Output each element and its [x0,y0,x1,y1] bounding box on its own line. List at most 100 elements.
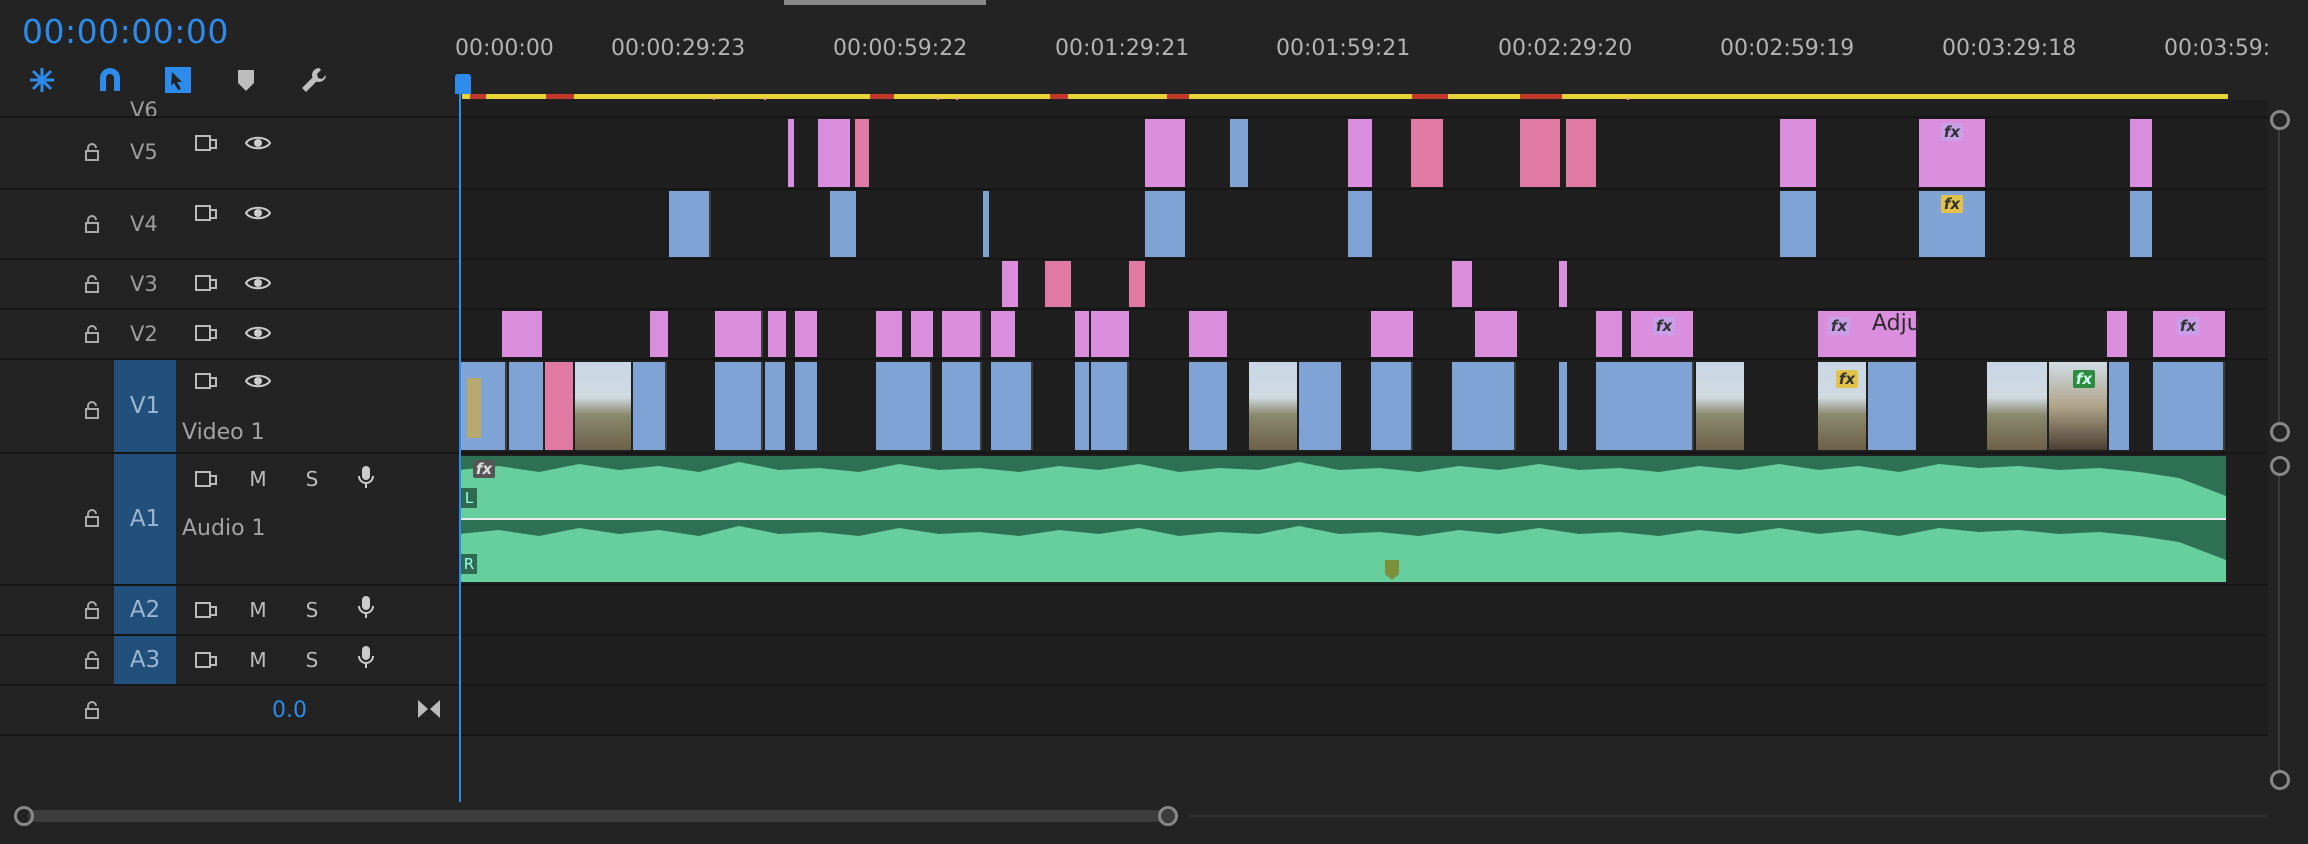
lock-track-icon[interactable] [82,324,102,344]
audio-scroll-handle-top[interactable] [2270,456,2290,476]
mute-track-button[interactable]: M [244,467,272,491]
track-v4: V4 fx [0,190,2268,260]
lock-track-icon[interactable] [82,400,102,420]
track-header-v4: V4 [0,190,456,258]
adjustment-layer-label: Adju [1872,311,1921,336]
fx-badge: fx [473,460,495,478]
ruler-label: 00:01:29:21 [1055,36,1190,61]
sequence-timecode[interactable]: 00:00:00:00 [22,12,229,51]
linked-selection-icon [165,67,191,93]
audio-clip-a1[interactable]: fx L R [459,456,2226,582]
solo-track-button[interactable]: S [298,598,326,622]
track-label-v6: V6 [130,100,158,118]
snap-magnet-icon [100,68,120,91]
zoom-handle-right[interactable] [1158,806,1178,826]
track-lane-v4[interactable]: fx [459,190,2268,258]
source-patch-a2[interactable]: A2 [114,586,176,634]
voice-over-record-icon[interactable] [352,646,380,668]
track-header-v2: V2 [0,310,456,358]
toggle-output-eye-icon[interactable] [244,272,272,294]
lock-track-icon[interactable] [82,274,102,294]
playhead-handle[interactable] [455,74,471,94]
track-lane-v6[interactable] [459,100,2268,116]
ruler-label: 00:03:59: [2164,36,2271,61]
scroll-handle-top[interactable] [2270,110,2290,130]
toggle-output-eye-icon[interactable] [244,370,272,392]
track-name-v1: Video 1 [182,420,265,445]
voice-over-record-icon[interactable] [352,596,380,618]
ruler-label: 00:03:29:18 [1942,36,2077,61]
sync-lock-icon[interactable] [192,322,220,344]
track-v6: V6 [0,100,2268,118]
track-a3: A3 M S [0,636,2268,686]
add-marker-icon [238,70,254,91]
sync-lock-icon[interactable] [192,599,220,621]
track-header-v3: V3 [0,260,456,308]
add-marker-tool[interactable] [226,62,266,98]
solo-track-button[interactable]: S [298,467,326,491]
master-level-value[interactable]: 0.0 [272,698,307,723]
lock-track-icon[interactable] [82,214,102,234]
track-v5: V5 fx [0,118,2268,190]
source-patch-v1[interactable]: V1 [114,360,176,452]
wrench-settings-icon [302,68,326,92]
track-lane-master[interactable] [459,686,2268,734]
fx-badge: fx [2073,370,2095,388]
track-lane-a2[interactable] [459,586,2268,634]
waveform-left [459,456,2226,496]
timeline-settings-tool[interactable] [294,62,334,98]
track-lane-v3[interactable] [459,260,2268,308]
channel-label-left: L [461,488,477,508]
track-header-a3: A3 M S [0,636,456,684]
work-area-bar[interactable] [462,94,2228,99]
track-header-v1: V1 Video 1 [0,360,456,452]
voice-over-record-icon[interactable] [352,466,380,488]
timeline-zoom-scrollbar[interactable] [14,806,2268,826]
track-lane-v2[interactable]: fx fx Adju fx [459,310,2268,358]
sync-lock-icon[interactable] [192,132,220,154]
track-lane-v1[interactable]: fx fx [459,360,2268,452]
scroll-handle-bottom[interactable] [2270,422,2290,442]
audio-scroll-handle-bottom[interactable] [2270,770,2290,790]
toggle-output-eye-icon[interactable] [244,322,272,344]
mute-track-button[interactable]: M [244,648,272,672]
snap-tool[interactable] [90,62,130,98]
ripple-sequence-tool[interactable] [22,62,62,98]
sync-lock-icon[interactable] [192,649,220,671]
lock-track-icon[interactable] [82,650,102,670]
ruler-label: 00:00:59:22 [833,36,968,61]
lock-track-icon[interactable] [82,700,102,720]
sync-lock-icon[interactable] [192,202,220,224]
vertical-scrollbar[interactable] [2270,110,2290,790]
sync-lock-icon[interactable] [192,468,220,490]
time-ruler[interactable]: 00:00:00 00:00:29:23 00:00:59:22 00:01:2… [455,36,2279,102]
track-a2: A2 M S [0,586,2268,636]
lock-track-icon[interactable] [82,508,102,528]
mute-track-button[interactable]: M [244,598,272,622]
track-lane-a3[interactable] [459,636,2268,684]
fx-badge: fx [2177,317,2199,335]
toggle-output-eye-icon[interactable] [244,132,272,154]
track-lane-v5[interactable]: fx [459,118,2268,188]
ruler-label: 00:02:59:19 [1720,36,1855,61]
lock-track-icon[interactable] [82,142,102,162]
source-patch-a1[interactable]: A1 [114,454,176,584]
clip-marker-icon[interactable] [1385,560,1399,580]
linked-selection-tool[interactable] [158,62,198,98]
channel-label-right: R [461,554,477,574]
go-to-in-out-icon[interactable] [416,698,442,720]
zoom-scroll-thumb[interactable] [28,810,1178,822]
fx-badge: fx [1828,317,1850,335]
lock-track-icon[interactable] [82,600,102,620]
source-patch-a3[interactable]: A3 [114,636,176,684]
fx-badge: fx [1836,370,1858,388]
waveform-right [459,520,2226,560]
sync-lock-icon[interactable] [192,272,220,294]
panel-scroll-handle[interactable] [784,0,986,5]
zoom-handle-left[interactable] [14,806,34,826]
solo-track-button[interactable]: S [298,648,326,672]
playhead-line[interactable] [459,74,461,802]
toggle-output-eye-icon[interactable] [244,202,272,224]
sync-lock-icon[interactable] [192,370,220,392]
track-label-v5: V5 [130,140,158,164]
